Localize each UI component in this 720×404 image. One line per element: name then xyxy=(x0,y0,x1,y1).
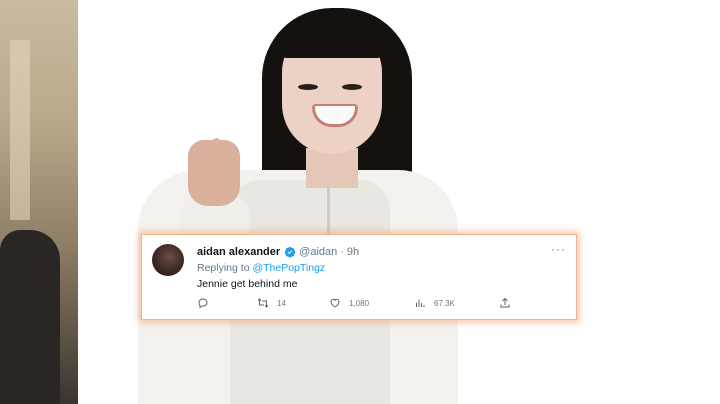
tweet-header: aidan alexander @aidan · 9h xyxy=(197,244,359,260)
reply-mention-link[interactable]: @ThePopTingz xyxy=(252,262,325,274)
bar-chart-icon xyxy=(416,299,425,307)
view-count: 67.3K xyxy=(434,298,455,308)
background-crowd xyxy=(0,0,78,404)
reply-button[interactable] xyxy=(197,297,217,309)
verified-badge-icon xyxy=(284,246,296,258)
reply-prefix: Replying to xyxy=(197,262,250,274)
person-neck xyxy=(306,148,358,188)
heart-icon xyxy=(330,298,340,308)
finger xyxy=(212,138,221,168)
more-options-icon[interactable]: ··· xyxy=(551,242,566,256)
tweet-actions: 14 1,080 67.3K xyxy=(142,297,578,313)
person-bangs xyxy=(280,16,384,58)
share-button[interactable] xyxy=(499,297,519,309)
tweet-timestamp[interactable]: 9h xyxy=(347,246,359,258)
retweet-count: 14 xyxy=(277,298,286,308)
tweet-card[interactable]: aidan alexander @aidan · 9h ··· Replying… xyxy=(141,234,577,320)
tweet-text: Jennie get behind me xyxy=(197,278,298,290)
finger xyxy=(190,150,199,180)
retweet-icon xyxy=(257,298,269,308)
like-button[interactable]: 1,080 xyxy=(329,297,369,309)
jacket-tie xyxy=(327,180,330,240)
person-eye-right xyxy=(342,84,362,90)
avatar[interactable] xyxy=(152,244,184,276)
finger xyxy=(223,144,232,174)
reply-context: Replying to @ThePopTingz xyxy=(197,262,325,274)
user-handle[interactable]: @aidan xyxy=(299,246,337,258)
retweet-button[interactable]: 14 xyxy=(257,297,286,309)
background-photo xyxy=(0,0,720,404)
reply-icon xyxy=(198,298,208,309)
like-count: 1,080 xyxy=(349,298,370,308)
finger xyxy=(201,140,210,170)
separator-dot: · xyxy=(340,246,344,258)
share-icon xyxy=(500,297,510,308)
display-name[interactable]: aidan alexander xyxy=(197,246,280,258)
views-button[interactable]: 67.3K xyxy=(414,297,455,309)
person-eye-left xyxy=(298,84,318,90)
